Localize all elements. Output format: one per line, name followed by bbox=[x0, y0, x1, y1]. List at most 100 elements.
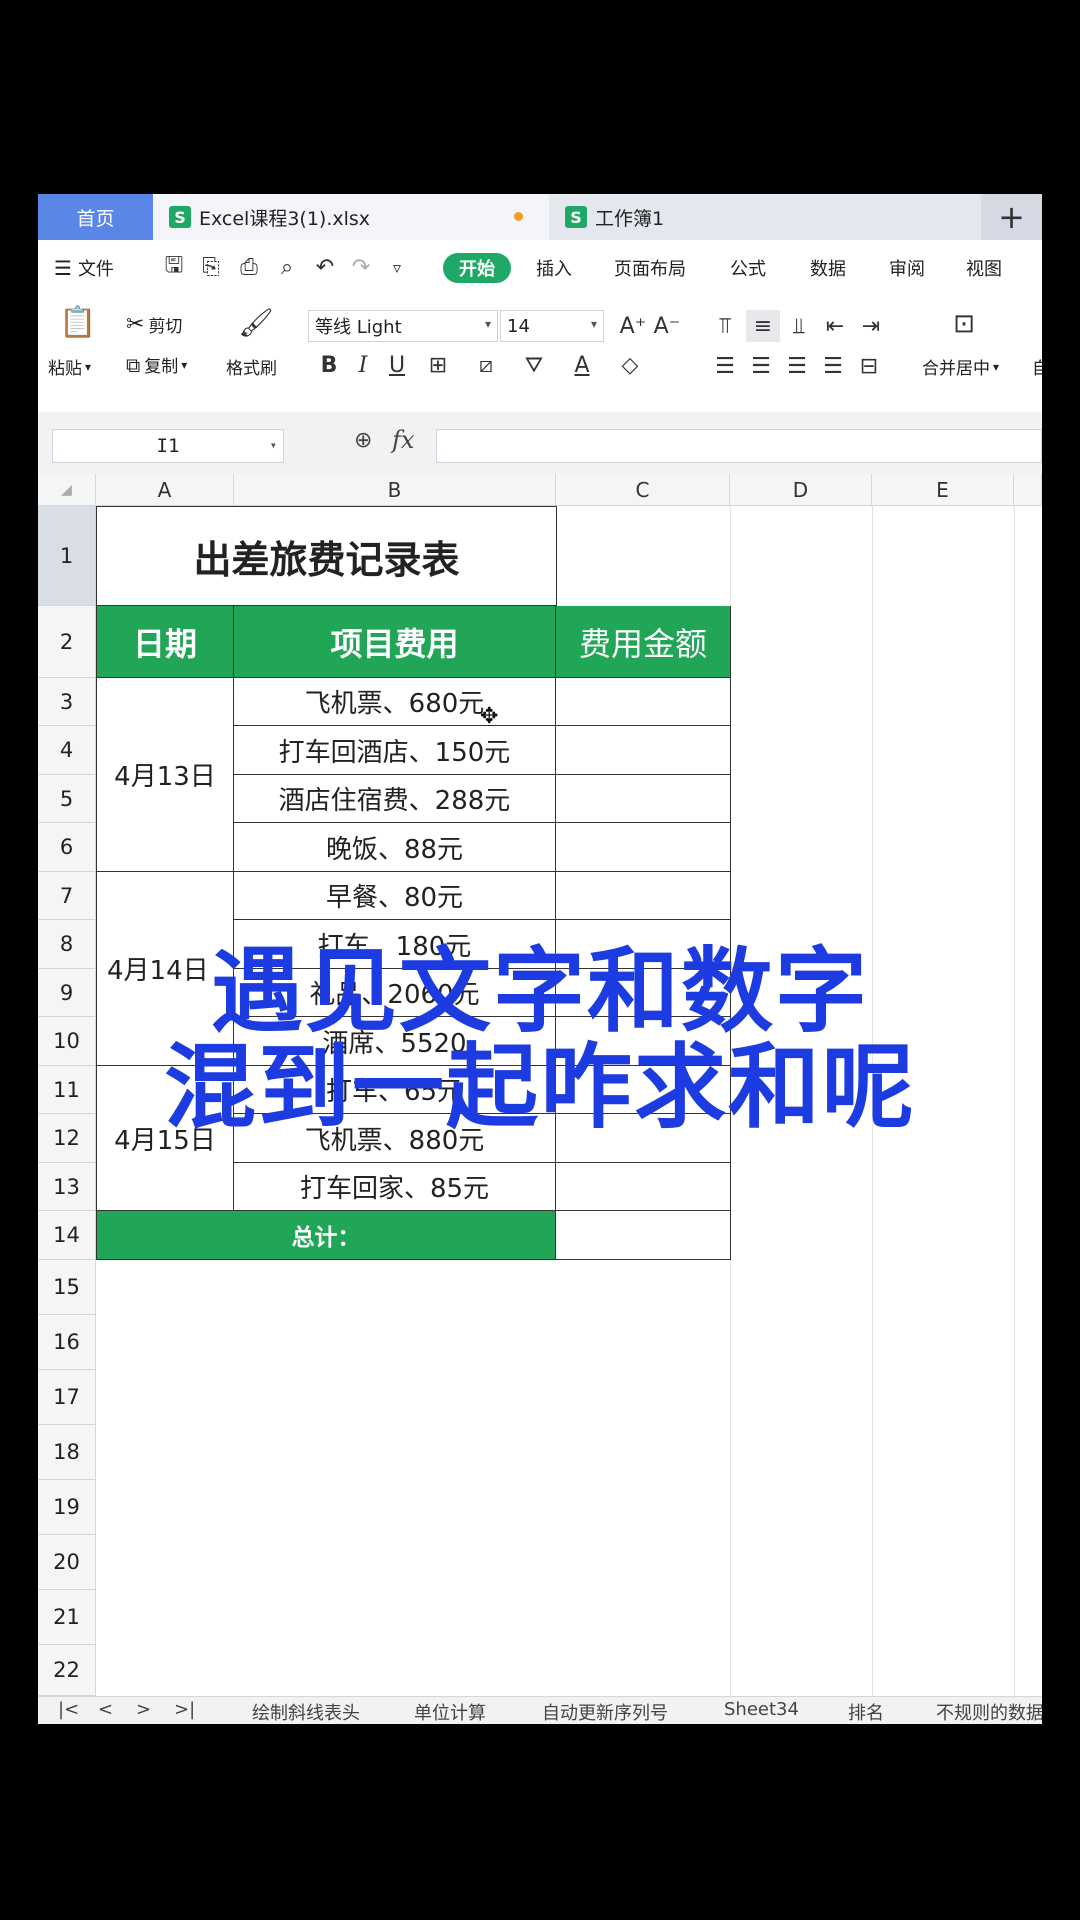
amount-cell[interactable] bbox=[556, 775, 731, 823]
menu-tab-formulas[interactable]: 公式 bbox=[730, 240, 766, 296]
column-header-f[interactable] bbox=[1014, 474, 1042, 506]
menu-tab-page-layout[interactable]: 页面布局 bbox=[614, 240, 686, 296]
row-header[interactable]: 5 bbox=[38, 775, 96, 823]
header-item[interactable]: 项目费用 bbox=[234, 606, 556, 678]
header-amount[interactable]: 费用金额 bbox=[556, 606, 731, 678]
menu-tab-review[interactable]: 审阅 bbox=[889, 240, 925, 296]
increase-font-icon[interactable]: A⁺ bbox=[618, 310, 648, 342]
align-bottom-icon[interactable]: ⫫ bbox=[784, 310, 814, 342]
item-cell[interactable]: 打车回酒店、150元 bbox=[234, 726, 556, 775]
fill-color-icon[interactable]: ⛛ bbox=[514, 348, 554, 382]
row-header[interactable]: 3 bbox=[38, 678, 96, 726]
align-right-icon[interactable]: ☰ bbox=[782, 350, 812, 382]
sheet-tab[interactable]: 单位计算 bbox=[414, 1699, 486, 1724]
menu-tab-start[interactable]: 开始 bbox=[443, 253, 511, 283]
menu-tab-insert[interactable]: 插入 bbox=[536, 240, 572, 296]
row-header[interactable]: 14 bbox=[38, 1211, 96, 1260]
formula-input[interactable] bbox=[436, 429, 1042, 463]
format-painter-icon[interactable]: 🖌 bbox=[238, 304, 274, 340]
row-header[interactable]: 17 bbox=[38, 1370, 96, 1425]
column-header-c[interactable]: C bbox=[556, 474, 730, 506]
row-header[interactable]: 22 bbox=[38, 1645, 96, 1696]
sheet-tab[interactable]: Sheet34 bbox=[724, 1699, 799, 1720]
item-cell[interactable]: 飞机票、680元 bbox=[234, 678, 556, 726]
total-amount-cell[interactable] bbox=[556, 1211, 731, 1260]
table-title[interactable]: 出差旅费记录表 bbox=[96, 506, 557, 606]
date-cell[interactable]: 4月13日 bbox=[96, 678, 234, 872]
row-header[interactable]: 1 bbox=[38, 506, 96, 606]
increase-indent-icon[interactable]: ⇥ bbox=[856, 310, 886, 342]
row-header[interactable]: 13 bbox=[38, 1163, 96, 1211]
font-color-icon[interactable]: A bbox=[562, 348, 602, 382]
total-label-cell[interactable]: 总计： bbox=[96, 1211, 556, 1260]
amount-cell[interactable] bbox=[556, 872, 731, 920]
row-header[interactable]: 18 bbox=[38, 1425, 96, 1480]
amount-cell[interactable] bbox=[556, 726, 731, 775]
quick-access-dropdown-icon[interactable]: ▿ bbox=[384, 254, 410, 280]
paste-button[interactable]: 粘贴 ▾ bbox=[48, 354, 91, 379]
amount-cell[interactable] bbox=[556, 823, 731, 872]
merge-center-icon[interactable]: ⊡ bbox=[944, 306, 984, 342]
tab-other-file[interactable]: S 工作簿1 bbox=[549, 194, 981, 240]
border-icon[interactable]: ⊞ bbox=[418, 348, 458, 382]
item-cell[interactable]: 早餐、80元 bbox=[234, 872, 556, 920]
format-painter-button[interactable]: 格式刷 bbox=[226, 354, 277, 379]
justify-icon[interactable]: ☰ bbox=[818, 350, 848, 382]
row-header[interactable]: 7 bbox=[38, 872, 96, 920]
tab-home[interactable]: 首页 bbox=[38, 194, 153, 240]
first-sheet-icon[interactable]: |< bbox=[58, 1699, 79, 1720]
new-tab-button[interactable]: + bbox=[981, 194, 1042, 240]
last-sheet-icon[interactable]: >| bbox=[174, 1699, 195, 1720]
fill-style-icon[interactable]: ⧄ bbox=[466, 348, 506, 382]
column-header-b[interactable]: B bbox=[234, 474, 556, 506]
item-cell[interactable]: 晚饭、88元 bbox=[234, 823, 556, 872]
align-middle-icon[interactable]: ≡ bbox=[746, 310, 780, 342]
sheet-tab[interactable]: 自动更新序列号 bbox=[542, 1699, 668, 1724]
font-size-select[interactable]: 14 ▾ bbox=[500, 310, 604, 342]
zoom-search-icon[interactable]: ⊕ bbox=[354, 428, 372, 453]
align-top-icon[interactable]: ⫪ bbox=[710, 310, 740, 342]
column-header-a[interactable]: A bbox=[96, 474, 234, 506]
clear-format-icon[interactable]: ◇ bbox=[610, 348, 650, 382]
export-icon[interactable]: ⎘ bbox=[198, 254, 224, 280]
align-center-icon[interactable]: ☰ bbox=[746, 350, 776, 382]
font-name-select[interactable]: 等线 Light ▾ bbox=[308, 310, 498, 342]
sheet-tab[interactable]: 排名 bbox=[848, 1699, 884, 1724]
sheet-tab[interactable]: 绘制斜线表头 bbox=[252, 1699, 360, 1724]
column-header-d[interactable]: D bbox=[730, 474, 872, 506]
sheet-tab[interactable]: 不规则的数据 bbox=[936, 1699, 1042, 1724]
select-all-corner[interactable]: ◢ bbox=[38, 474, 96, 506]
merge-center-button[interactable]: 合并居中 ▾ bbox=[922, 354, 999, 379]
row-header[interactable]: 15 bbox=[38, 1260, 96, 1315]
column-header-e[interactable]: E bbox=[872, 474, 1014, 506]
copy-button[interactable]: ⧉ 复制 ▾ bbox=[126, 352, 187, 378]
align-left-icon[interactable]: ☰ bbox=[710, 350, 740, 382]
undo-icon[interactable]: ↶ bbox=[312, 254, 338, 280]
row-header[interactable]: 2 bbox=[38, 606, 96, 678]
italic-icon[interactable]: I bbox=[348, 348, 378, 382]
item-cell[interactable]: 酒店住宿费、288元 bbox=[234, 775, 556, 823]
distributed-align-icon[interactable]: ⊟ bbox=[854, 350, 884, 382]
menu-tab-view[interactable]: 视图 bbox=[966, 240, 1002, 296]
row-header[interactable]: 4 bbox=[38, 726, 96, 775]
amount-cell[interactable] bbox=[556, 1163, 731, 1211]
underline-icon[interactable]: U bbox=[382, 348, 412, 382]
file-menu[interactable]: ☰ 文件 bbox=[54, 240, 114, 296]
paste-icon[interactable]: 📋 bbox=[59, 304, 96, 340]
prev-sheet-icon[interactable]: < bbox=[98, 1699, 113, 1720]
tab-active-file[interactable]: S Excel课程3(1).xlsx bbox=[153, 194, 549, 240]
row-header[interactable]: 6 bbox=[38, 823, 96, 872]
row-header[interactable]: 21 bbox=[38, 1590, 96, 1645]
row-header[interactable]: 19 bbox=[38, 1480, 96, 1535]
function-icon[interactable]: fx bbox=[392, 426, 414, 454]
auto-wrap-button[interactable]: 自 bbox=[1032, 354, 1042, 379]
next-sheet-icon[interactable]: > bbox=[136, 1699, 151, 1720]
redo-icon[interactable]: ↷ bbox=[348, 254, 374, 280]
row-header[interactable]: 20 bbox=[38, 1535, 96, 1590]
row-header[interactable]: 16 bbox=[38, 1315, 96, 1370]
amount-cell[interactable] bbox=[556, 678, 731, 726]
header-date[interactable]: 日期 bbox=[96, 606, 234, 678]
cut-button[interactable]: ✂ 剪切 bbox=[126, 312, 182, 337]
bold-icon[interactable]: B bbox=[314, 348, 344, 382]
item-cell[interactable]: 打车回家、85元 bbox=[234, 1163, 556, 1211]
